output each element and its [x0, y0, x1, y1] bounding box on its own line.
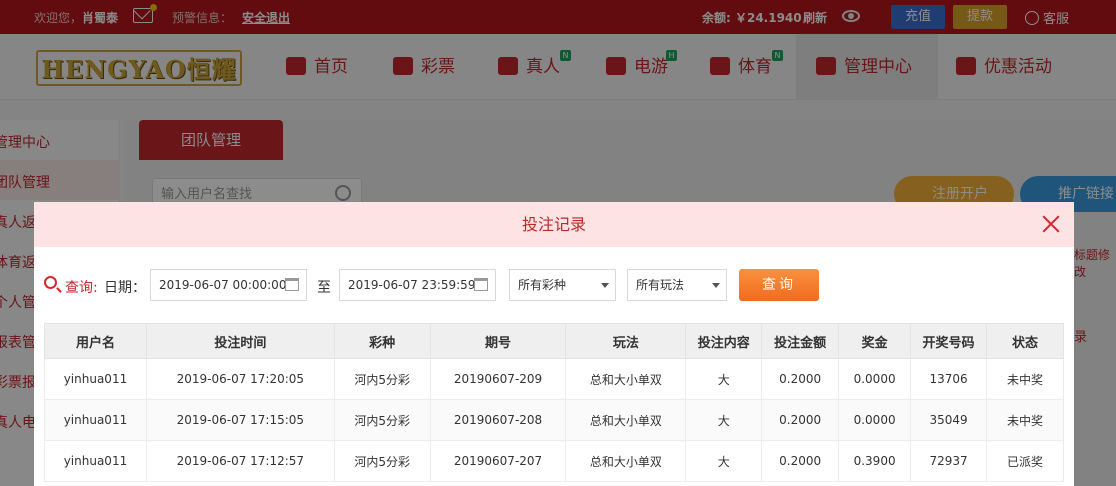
col-lottery: 彩种: [333, 323, 431, 359]
cell-prize: 0.0000: [838, 399, 912, 441]
cell-draw-number: 35049: [910, 399, 988, 441]
calendar-icon[interactable]: [285, 278, 299, 291]
close-icon[interactable]: [1042, 215, 1060, 233]
cell-bet-content: 大: [685, 440, 763, 482]
cell-issue: 20190607-209: [429, 358, 567, 400]
cell-play: 总和大小单双: [565, 440, 687, 482]
cell-play: 总和大小单双: [565, 358, 687, 400]
cell-bet-amount: 0.2000: [761, 358, 840, 400]
cell-bet-time: 2019-06-07 17:20:05: [145, 358, 335, 400]
cell-status: 未中奖: [986, 358, 1064, 400]
cell-bet-content: 大: [685, 358, 763, 400]
cell-draw-number: 13706: [910, 358, 988, 400]
cell-draw-number: 72937: [910, 440, 988, 482]
table-row: yinhua011 2019-06-07 17:20:05 河内5分彩 2019…: [44, 358, 1064, 400]
table-header-row: 用户名 投注时间 彩种 期号 玩法 投注内容 投注金额 奖金 开奖号码 状态: [44, 323, 1064, 359]
col-issue: 期号: [429, 323, 567, 359]
cell-bet-time: 2019-06-07 17:12:57: [145, 440, 335, 482]
modal-title: 投注记录: [521, 215, 586, 234]
start-date-field[interactable]: 2019-06-07 00:00:00: [150, 269, 307, 301]
col-username: 用户名: [44, 323, 147, 359]
cell-status: 未中奖: [986, 399, 1064, 441]
cell-issue: 20190607-207: [429, 440, 567, 482]
cell-lottery: 河内5分彩: [333, 399, 431, 441]
calendar-icon[interactable]: [474, 278, 488, 291]
bet-record-modal: 投注记录 查询: 日期： 2019-06-07 00:00:00 至 2019-…: [34, 202, 1074, 486]
col-status: 状态: [986, 323, 1064, 359]
lottery-type-select[interactable]: 所有彩种: [509, 269, 616, 301]
table-row: yinhua011 2019-06-07 17:12:57 河内5分彩 2019…: [44, 440, 1064, 482]
col-draw-number: 开奖号码: [910, 323, 988, 359]
col-bet-time: 投注时间: [145, 323, 335, 359]
cell-prize: 0.3900: [838, 440, 912, 482]
cell-lottery: 河内5分彩: [333, 358, 431, 400]
cell-issue: 20190607-208: [429, 399, 567, 441]
cell-status: 已派奖: [986, 440, 1064, 482]
query-button[interactable]: 查询: [739, 269, 819, 301]
col-bet-amount: 投注金额: [761, 323, 840, 359]
cell-bet-content: 大: [685, 399, 763, 441]
bet-record-table: 用户名 投注时间 彩种 期号 玩法 投注内容 投注金额 奖金 开奖号码 状态 y…: [44, 323, 1064, 482]
chevron-down-icon: [712, 283, 720, 288]
cell-username: yinhua011: [44, 358, 147, 400]
cell-bet-amount: 0.2000: [761, 399, 840, 441]
cell-bet-amount: 0.2000: [761, 440, 840, 482]
col-prize: 奖金: [838, 323, 912, 359]
cell-play: 总和大小单双: [565, 399, 687, 441]
cell-username: yinhua011: [44, 440, 147, 482]
col-play: 玩法: [565, 323, 687, 359]
chevron-down-icon: [601, 283, 609, 288]
cell-bet-time: 2019-06-07 17:15:05: [145, 399, 335, 441]
cell-prize: 0.0000: [838, 358, 912, 400]
cell-lottery: 河内5分彩: [333, 440, 431, 482]
date-label: 日期：: [104, 280, 146, 296]
end-date-field[interactable]: 2019-06-07 23:59:59: [339, 269, 496, 301]
col-bet-content: 投注内容: [685, 323, 763, 359]
cell-username: yinhua011: [44, 399, 147, 441]
table-row: yinhua011 2019-06-07 17:15:05 河内5分彩 2019…: [44, 399, 1064, 441]
query-label: 查询:: [65, 280, 98, 296]
to-label: 至: [317, 280, 331, 296]
search-icon: [44, 276, 57, 289]
play-type-select[interactable]: 所有玩法: [627, 269, 727, 301]
